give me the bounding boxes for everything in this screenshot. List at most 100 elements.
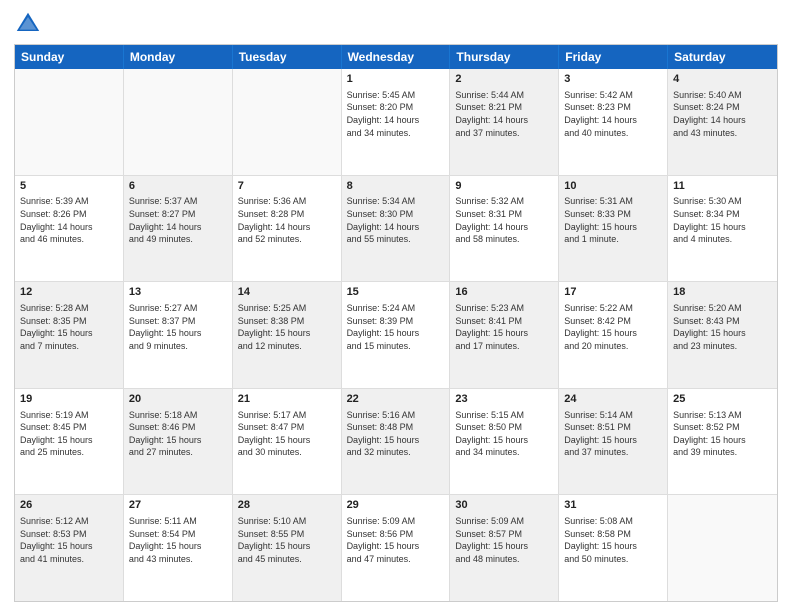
calendar-cell: 6Sunrise: 5:37 AM Sunset: 8:27 PM Daylig… [124,176,233,282]
cell-info: Sunrise: 5:25 AM Sunset: 8:38 PM Dayligh… [238,302,336,352]
day-number: 3 [564,72,662,87]
cell-info: Sunrise: 5:09 AM Sunset: 8:56 PM Dayligh… [347,515,445,565]
cell-info: Sunrise: 5:32 AM Sunset: 8:31 PM Dayligh… [455,195,553,245]
calendar-cell: 17 Sunrise: 5:22 AM Sunset: 8:42 PM Dayli… [559,282,668,388]
cell-info: Sunrise: 5:22 AM Sunset: 8:42 PM Dayligh… [564,302,662,352]
weekday-header-friday: Friday [559,45,668,69]
day-number: 22 [347,392,445,407]
calendar-cell: 3 Sunrise: 5:42 AM Sunset: 8:23 PM Daylig… [559,69,668,175]
calendar-cell: 22 Sunrise: 5:16 AM Sunset: 8:48 PM Dayli… [342,389,451,495]
day-number: 4 [673,72,772,87]
day-number: 23 [455,392,553,407]
calendar-cell [233,69,342,175]
calendar-cell: 20 Sunrise: 5:18 AM Sunset: 8:46 PM Dayli… [124,389,233,495]
calendar-cell: 19 Sunrise: 5:19 AM Sunset: 8:45 PM Dayli… [15,389,124,495]
day-number: 21 [238,392,336,407]
cell-info: Sunrise: 5:20 AM Sunset: 8:43 PM Dayligh… [673,302,772,352]
calendar-cell: 13 Sunrise: 5:27 AM Sunset: 8:37 PM Dayli… [124,282,233,388]
weekday-header-monday: Monday [124,45,233,69]
calendar-cell: 21 Sunrise: 5:17 AM Sunset: 8:47 PM Dayli… [233,389,342,495]
day-number: 30 [455,498,553,513]
calendar-row-1: 5Sunrise: 5:39 AM Sunset: 8:26 PM Daylig… [15,176,777,283]
day-number: 29 [347,498,445,513]
day-number: 27 [129,498,227,513]
weekday-header-wednesday: Wednesday [342,45,451,69]
calendar-cell: 9Sunrise: 5:32 AM Sunset: 8:31 PM Daylig… [450,176,559,282]
cell-info: Sunrise: 5:27 AM Sunset: 8:37 PM Dayligh… [129,302,227,352]
cell-info: Sunrise: 5:13 AM Sunset: 8:52 PM Dayligh… [673,409,772,459]
day-number: 7 [238,179,336,194]
day-number: 25 [673,392,772,407]
weekday-header-saturday: Saturday [668,45,777,69]
cell-info: Sunrise: 5:15 AM Sunset: 8:50 PM Dayligh… [455,409,553,459]
day-number: 9 [455,179,553,194]
day-number: 12 [20,285,118,300]
calendar-cell [15,69,124,175]
day-number: 31 [564,498,662,513]
calendar-cell: 29 Sunrise: 5:09 AM Sunset: 8:56 PM Dayli… [342,495,451,601]
calendar-row-4: 26 Sunrise: 5:12 AM Sunset: 8:53 PM Dayli… [15,495,777,601]
cell-info: Sunrise: 5:37 AM Sunset: 8:27 PM Dayligh… [129,195,227,245]
calendar-cell: 12Sunrise: 5:28 AM Sunset: 8:35 PM Dayli… [15,282,124,388]
cell-info: Sunrise: 5:09 AM Sunset: 8:57 PM Dayligh… [455,515,553,565]
calendar-cell: 8Sunrise: 5:34 AM Sunset: 8:30 PM Daylig… [342,176,451,282]
calendar-cell: 2Sunrise: 5:44 AM Sunset: 8:21 PM Daylig… [450,69,559,175]
day-number: 11 [673,179,772,194]
day-number: 10 [564,179,662,194]
calendar-cell [668,495,777,601]
calendar-cell: 24Sunrise: 5:14 AM Sunset: 8:51 PM Dayli… [559,389,668,495]
cell-info: Sunrise: 5:40 AM Sunset: 8:24 PM Dayligh… [673,89,772,139]
calendar-cell: 1Sunrise: 5:45 AM Sunset: 8:20 PM Daylig… [342,69,451,175]
cell-info: Sunrise: 5:45 AM Sunset: 8:20 PM Dayligh… [347,89,445,139]
logo-icon [14,10,42,38]
calendar-row-3: 19 Sunrise: 5:19 AM Sunset: 8:45 PM Dayli… [15,389,777,496]
cell-info: Sunrise: 5:16 AM Sunset: 8:48 PM Dayligh… [347,409,445,459]
cell-info: Sunrise: 5:36 AM Sunset: 8:28 PM Dayligh… [238,195,336,245]
calendar-cell [124,69,233,175]
header [14,10,778,38]
day-number: 17 [564,285,662,300]
day-number: 16 [455,285,553,300]
day-number: 13 [129,285,227,300]
calendar-cell: 4 Sunrise: 5:40 AM Sunset: 8:24 PM Daylig… [668,69,777,175]
day-number: 19 [20,392,118,407]
logo [14,10,46,38]
day-number: 18 [673,285,772,300]
weekday-header-sunday: Sunday [15,45,124,69]
calendar-cell: 30 Sunrise: 5:09 AM Sunset: 8:57 PM Dayli… [450,495,559,601]
calendar-cell: 23 Sunrise: 5:15 AM Sunset: 8:50 PM Dayli… [450,389,559,495]
calendar-cell: 25 Sunrise: 5:13 AM Sunset: 8:52 PM Dayli… [668,389,777,495]
calendar-cell: 5Sunrise: 5:39 AM Sunset: 8:26 PM Daylig… [15,176,124,282]
cell-info: Sunrise: 5:18 AM Sunset: 8:46 PM Dayligh… [129,409,227,459]
day-number: 28 [238,498,336,513]
cell-info: Sunrise: 5:23 AM Sunset: 8:41 PM Dayligh… [455,302,553,352]
calendar-cell: 27Sunrise: 5:11 AM Sunset: 8:54 PM Dayli… [124,495,233,601]
calendar-cell: 26 Sunrise: 5:12 AM Sunset: 8:53 PM Dayli… [15,495,124,601]
day-number: 20 [129,392,227,407]
cell-info: Sunrise: 5:12 AM Sunset: 8:53 PM Dayligh… [20,515,118,565]
cell-info: Sunrise: 5:31 AM Sunset: 8:33 PM Dayligh… [564,195,662,245]
cell-info: Sunrise: 5:34 AM Sunset: 8:30 PM Dayligh… [347,195,445,245]
day-number: 26 [20,498,118,513]
cell-info: Sunrise: 5:19 AM Sunset: 8:45 PM Dayligh… [20,409,118,459]
day-number: 2 [455,72,553,87]
page: SundayMondayTuesdayWednesdayThursdayFrid… [0,0,792,612]
cell-info: Sunrise: 5:30 AM Sunset: 8:34 PM Dayligh… [673,195,772,245]
calendar-header: SundayMondayTuesdayWednesdayThursdayFrid… [15,45,777,69]
calendar-cell: 15 Sunrise: 5:24 AM Sunset: 8:39 PM Dayli… [342,282,451,388]
calendar-cell: 10Sunrise: 5:31 AM Sunset: 8:33 PM Dayli… [559,176,668,282]
day-number: 8 [347,179,445,194]
cell-info: Sunrise: 5:08 AM Sunset: 8:58 PM Dayligh… [564,515,662,565]
cell-info: Sunrise: 5:10 AM Sunset: 8:55 PM Dayligh… [238,515,336,565]
calendar-cell: 31 Sunrise: 5:08 AM Sunset: 8:58 PM Dayli… [559,495,668,601]
weekday-header-tuesday: Tuesday [233,45,342,69]
calendar-row-0: 1Sunrise: 5:45 AM Sunset: 8:20 PM Daylig… [15,69,777,176]
calendar-cell: 16 Sunrise: 5:23 AM Sunset: 8:41 PM Dayli… [450,282,559,388]
cell-info: Sunrise: 5:42 AM Sunset: 8:23 PM Dayligh… [564,89,662,139]
cell-info: Sunrise: 5:24 AM Sunset: 8:39 PM Dayligh… [347,302,445,352]
cell-info: Sunrise: 5:17 AM Sunset: 8:47 PM Dayligh… [238,409,336,459]
day-number: 14 [238,285,336,300]
day-number: 6 [129,179,227,194]
calendar-cell: 11Sunrise: 5:30 AM Sunset: 8:34 PM Dayli… [668,176,777,282]
day-number: 15 [347,285,445,300]
